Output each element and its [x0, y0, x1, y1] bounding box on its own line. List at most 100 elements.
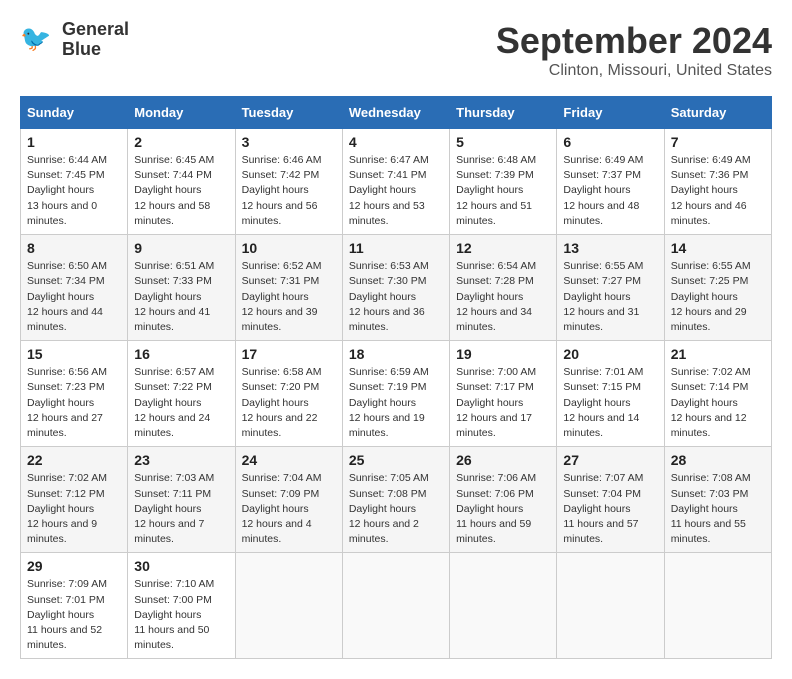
calendar-cell: 7 Sunrise: 6:49 AMSunset: 7:36 PMDaylight… [664, 129, 771, 235]
day-number: 4 [349, 134, 443, 150]
day-number: 30 [134, 558, 228, 574]
calendar-cell [557, 553, 664, 659]
day-info: Sunrise: 6:54 AMSunset: 7:28 PMDaylight … [456, 259, 550, 335]
day-number: 14 [671, 240, 765, 256]
day-info: Sunrise: 6:59 AMSunset: 7:19 PMDaylight … [349, 365, 443, 441]
day-number: 2 [134, 134, 228, 150]
calendar-cell [342, 553, 449, 659]
day-number: 18 [349, 346, 443, 362]
day-info: Sunrise: 6:55 AMSunset: 7:27 PMDaylight … [563, 259, 657, 335]
day-info: Sunrise: 6:47 AMSunset: 7:41 PMDaylight … [349, 153, 443, 229]
calendar-cell: 9 Sunrise: 6:51 AMSunset: 7:33 PMDaylight… [128, 235, 235, 341]
day-number: 9 [134, 240, 228, 256]
calendar-cell: 30 Sunrise: 7:10 AMSunset: 7:00 PMDayligh… [128, 553, 235, 659]
calendar-cell [235, 553, 342, 659]
day-info: Sunrise: 6:55 AMSunset: 7:25 PMDaylight … [671, 259, 765, 335]
day-number: 12 [456, 240, 550, 256]
calendar-cell: 10 Sunrise: 6:52 AMSunset: 7:31 PMDayligh… [235, 235, 342, 341]
week-row-1: 1 Sunrise: 6:44 AMSunset: 7:45 PMDaylight… [21, 129, 772, 235]
day-info: Sunrise: 6:52 AMSunset: 7:31 PMDaylight … [242, 259, 336, 335]
day-header-thursday: Thursday [450, 97, 557, 129]
calendar-cell: 20 Sunrise: 7:01 AMSunset: 7:15 PMDayligh… [557, 341, 664, 447]
calendar-cell: 8Sunrise: 6:50 AMSunset: 7:34 PMDaylight… [21, 235, 128, 341]
day-header-friday: Friday [557, 97, 664, 129]
calendar-cell: 21 Sunrise: 7:02 AMSunset: 7:14 PMDayligh… [664, 341, 771, 447]
day-info: Sunrise: 7:09 AMSunset: 7:01 PMDaylight … [27, 577, 121, 653]
day-number: 17 [242, 346, 336, 362]
day-header-sunday: Sunday [21, 97, 128, 129]
day-header-saturday: Saturday [664, 97, 771, 129]
day-header-wednesday: Wednesday [342, 97, 449, 129]
day-number: 7 [671, 134, 765, 150]
day-number: 15 [27, 346, 121, 362]
day-number: 21 [671, 346, 765, 362]
day-number: 8 [27, 240, 121, 256]
page-header: 🐦 General Blue September 2024 Clinton, M… [20, 20, 772, 80]
calendar-cell: 19 Sunrise: 7:00 AMSunset: 7:17 PMDayligh… [450, 341, 557, 447]
day-info: Sunrise: 7:07 AMSunset: 7:04 PMDaylight … [563, 471, 657, 547]
calendar-cell: 4 Sunrise: 6:47 AMSunset: 7:41 PMDaylight… [342, 129, 449, 235]
calendar-cell: 12 Sunrise: 6:54 AMSunset: 7:28 PMDayligh… [450, 235, 557, 341]
day-number: 20 [563, 346, 657, 362]
calendar-cell: 22Sunrise: 7:02 AMSunset: 7:12 PMDayligh… [21, 447, 128, 553]
day-number: 28 [671, 452, 765, 468]
calendar-cell: 15 Sunrise: 6:56 AMSunset: 7:23 PMDayligh… [21, 341, 128, 447]
day-info: Sunrise: 6:57 AMSunset: 7:22 PMDaylight … [134, 365, 228, 441]
day-number: 26 [456, 452, 550, 468]
day-info: Sunrise: 6:44 AMSunset: 7:45 PMDaylight … [27, 153, 121, 229]
calendar-cell: 16 Sunrise: 6:57 AMSunset: 7:22 PMDayligh… [128, 341, 235, 447]
logo: 🐦 General Blue [20, 20, 129, 60]
day-number: 1 [27, 134, 121, 150]
day-info: Sunrise: 6:56 AMSunset: 7:23 PMDaylight … [27, 365, 121, 441]
week-row-2: 8Sunrise: 6:50 AMSunset: 7:34 PMDaylight… [21, 235, 772, 341]
calendar-cell: 1 Sunrise: 6:44 AMSunset: 7:45 PMDaylight… [21, 129, 128, 235]
calendar-cell: 11Sunrise: 6:53 AMSunset: 7:30 PMDayligh… [342, 235, 449, 341]
day-info: Sunrise: 7:00 AMSunset: 7:17 PMDaylight … [456, 365, 550, 441]
day-info: Sunrise: 7:01 AMSunset: 7:15 PMDaylight … [563, 365, 657, 441]
day-info: Sunrise: 6:45 AMSunset: 7:44 PMDaylight … [134, 153, 228, 229]
day-info: Sunrise: 6:46 AMSunset: 7:42 PMDaylight … [242, 153, 336, 229]
svg-text:🐦: 🐦 [20, 25, 51, 53]
title-block: September 2024 Clinton, Missouri, United… [496, 20, 772, 80]
calendar-title: September 2024 [496, 20, 772, 62]
calendar-cell: 27 Sunrise: 7:07 AMSunset: 7:04 PMDayligh… [557, 447, 664, 553]
day-number: 27 [563, 452, 657, 468]
calendar-cell: 5Sunrise: 6:48 AMSunset: 7:39 PMDaylight… [450, 129, 557, 235]
day-info: Sunrise: 7:02 AMSunset: 7:14 PMDaylight … [671, 365, 765, 441]
day-info: Sunrise: 7:04 AMSunset: 7:09 PMDaylight … [242, 471, 336, 547]
day-number: 19 [456, 346, 550, 362]
calendar-cell: 23 Sunrise: 7:03 AMSunset: 7:11 PMDayligh… [128, 447, 235, 553]
calendar-cell [664, 553, 771, 659]
calendar-cell: 14 Sunrise: 6:55 AMSunset: 7:25 PMDayligh… [664, 235, 771, 341]
day-number: 6 [563, 134, 657, 150]
day-info: Sunrise: 7:05 AMSunset: 7:08 PMDaylight … [349, 471, 443, 547]
day-info: Sunrise: 7:03 AMSunset: 7:11 PMDaylight … [134, 471, 228, 547]
day-info: Sunrise: 6:51 AMSunset: 7:33 PMDaylight … [134, 259, 228, 335]
day-number: 3 [242, 134, 336, 150]
day-number: 24 [242, 452, 336, 468]
calendar-cell: 3 Sunrise: 6:46 AMSunset: 7:42 PMDaylight… [235, 129, 342, 235]
day-number: 16 [134, 346, 228, 362]
day-number: 23 [134, 452, 228, 468]
day-info: Sunrise: 6:49 AMSunset: 7:36 PMDaylight … [671, 153, 765, 229]
day-number: 29 [27, 558, 121, 574]
calendar-cell [450, 553, 557, 659]
day-number: 5 [456, 134, 550, 150]
day-info: Sunrise: 6:49 AMSunset: 7:37 PMDaylight … [563, 153, 657, 229]
calendar-cell: 24 Sunrise: 7:04 AMSunset: 7:09 PMDayligh… [235, 447, 342, 553]
week-row-5: 29 Sunrise: 7:09 AMSunset: 7:01 PMDayligh… [21, 553, 772, 659]
day-info: Sunrise: 7:10 AMSunset: 7:00 PMDaylight … [134, 577, 228, 653]
calendar-cell: 18 Sunrise: 6:59 AMSunset: 7:19 PMDayligh… [342, 341, 449, 447]
day-header-tuesday: Tuesday [235, 97, 342, 129]
calendar-cell: 2 Sunrise: 6:45 AMSunset: 7:44 PMDaylight… [128, 129, 235, 235]
day-number: 25 [349, 452, 443, 468]
logo-text: General Blue [62, 20, 129, 60]
calendar-table: SundayMondayTuesdayWednesdayThursdayFrid… [20, 96, 772, 659]
calendar-header-row: SundayMondayTuesdayWednesdayThursdayFrid… [21, 97, 772, 129]
day-info: Sunrise: 7:06 AMSunset: 7:06 PMDaylight … [456, 471, 550, 547]
day-header-monday: Monday [128, 97, 235, 129]
day-number: 10 [242, 240, 336, 256]
logo-icon: 🐦 [20, 22, 56, 58]
day-number: 13 [563, 240, 657, 256]
calendar-cell: 28Sunrise: 7:08 AMSunset: 7:03 PMDayligh… [664, 447, 771, 553]
